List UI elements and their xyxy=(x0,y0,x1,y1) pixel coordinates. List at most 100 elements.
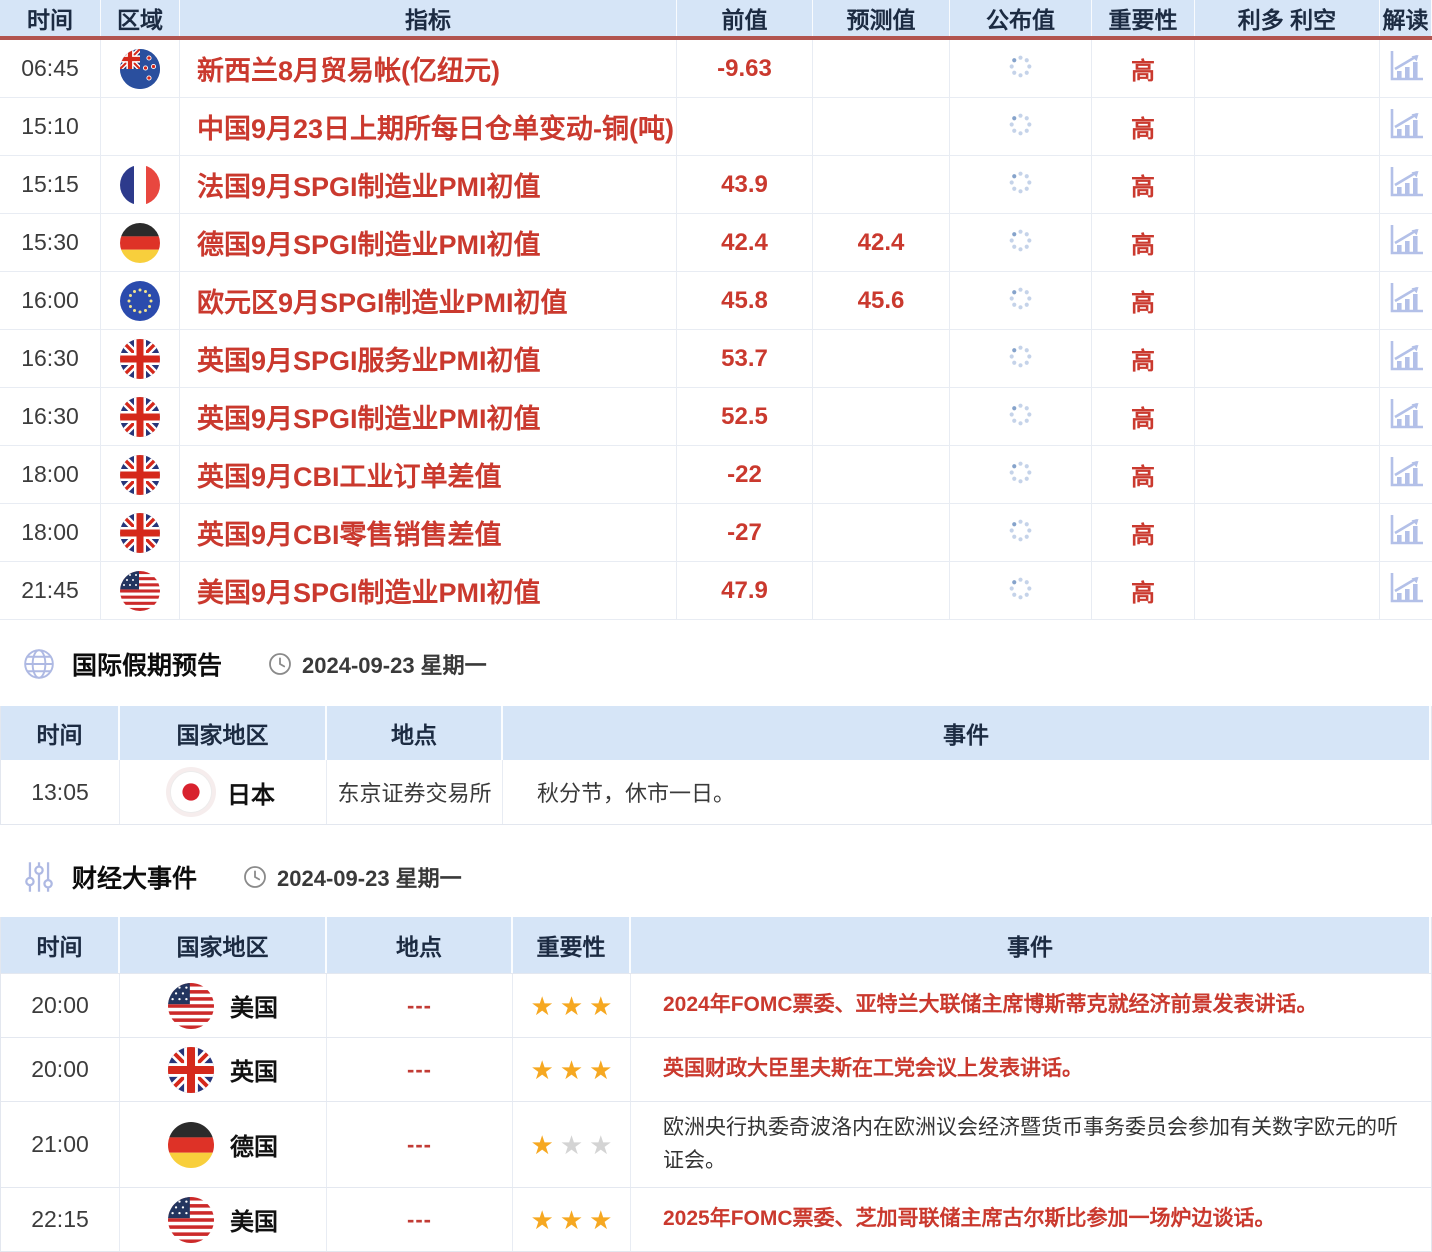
event-link[interactable]: 欧洲央行执委奇波洛内在欧洲议会经济暨货币事务委员会参加有关数字欧元的听证会。 xyxy=(663,1112,1403,1177)
star-filled-icon: ★ xyxy=(560,1057,583,1083)
bull-bear-cell xyxy=(1195,388,1380,445)
indicator-link[interactable]: 英国9月CBI工业订单差值 xyxy=(197,455,502,494)
indicator-link[interactable]: 新西兰8月贸易帐(亿纽元) xyxy=(197,49,500,88)
actual-value-cell xyxy=(950,330,1092,387)
event-time: 21:45 xyxy=(0,562,101,619)
flag-fr-icon xyxy=(120,165,160,205)
col-importance: 重要性 xyxy=(513,917,631,973)
event-time: 22:15 xyxy=(1,1188,120,1251)
importance-stars: ★★★ xyxy=(513,1038,631,1101)
region-cell xyxy=(101,330,180,387)
forecast-value xyxy=(813,388,950,445)
star-filled-icon: ★ xyxy=(589,993,612,1019)
events-section-header: 财经大事件 2024-09-23 星期一 xyxy=(22,859,1432,895)
clock-icon xyxy=(268,652,292,676)
indicator-cell: 欧元区9月SPGI制造业PMI初值 xyxy=(180,272,677,329)
region-cell xyxy=(101,504,180,561)
event-row: 20:00 美国---★★★2024年FOMC票委、亚特兰大联储主席博斯蒂克就经… xyxy=(1,973,1431,1037)
indicator-cell: 英国9月SPGI制造业PMI初值 xyxy=(180,388,677,445)
star-filled-icon: ★ xyxy=(560,993,583,1019)
bull-bear-cell xyxy=(1195,40,1380,97)
event-time: 15:30 xyxy=(0,214,101,271)
importance-high-label: 高 xyxy=(1092,330,1195,387)
col-time: 时间 xyxy=(1,706,120,760)
actual-value-cell xyxy=(950,562,1092,619)
actual-value-cell xyxy=(950,388,1092,445)
event-link[interactable]: 英国财政大臣里夫斯在工党会议上发表讲话。 xyxy=(663,1053,1083,1086)
previous-value: 45.8 xyxy=(677,272,813,329)
events-table-body: 20:00 美国---★★★2024年FOMC票委、亚特兰大联储主席博斯蒂克就经… xyxy=(1,973,1431,1251)
chart-trend-icon[interactable] xyxy=(1387,397,1425,436)
region-cell xyxy=(101,272,180,329)
indicator-cell: 德国9月SPGI制造业PMI初值 xyxy=(180,214,677,271)
event-row: 22:15 美国---★★★2025年FOMC票委、芝加哥联储主席古尔斯比参加一… xyxy=(1,1187,1431,1251)
region-cell xyxy=(101,98,180,155)
flag-nz-icon xyxy=(120,49,160,89)
loading-spinner-icon xyxy=(1007,111,1034,143)
bull-bear-cell xyxy=(1195,562,1380,619)
chart-trend-icon[interactable] xyxy=(1387,513,1425,552)
indicator-link[interactable]: 英国9月SPGI制造业PMI初值 xyxy=(197,397,541,436)
chart-trend-icon[interactable] xyxy=(1387,107,1425,146)
holiday-row: 13:05日本东京证券交易所秋分节，休市一日。 xyxy=(1,760,1431,824)
star-filled-icon: ★ xyxy=(531,1057,554,1083)
events-date: 2024-09-23 星期一 xyxy=(277,861,462,893)
chart-trend-icon[interactable] xyxy=(1387,223,1425,262)
indicator-cell: 美国9月SPGI制造业PMI初值 xyxy=(180,562,677,619)
indicator-link[interactable]: 欧元区9月SPGI制造业PMI初值 xyxy=(197,281,568,320)
holiday-date: 2024-09-23 星期一 xyxy=(302,648,487,680)
forecast-value xyxy=(813,562,950,619)
event-cell: 2025年FOMC票委、芝加哥联储主席古尔斯比参加一场炉边谈话。 xyxy=(631,1188,1431,1251)
forecast-value xyxy=(813,156,950,213)
globe-icon xyxy=(22,647,56,681)
indicator-link[interactable]: 英国9月CBI零售销售差值 xyxy=(197,513,502,552)
bull-bear-cell xyxy=(1195,330,1380,387)
event-link[interactable]: 2025年FOMC票委、芝加哥联储主席古尔斯比参加一场炉边谈话。 xyxy=(663,1203,1276,1236)
event-time: 20:00 xyxy=(1,1038,120,1101)
forecast-value xyxy=(813,504,950,561)
chart-trend-icon[interactable] xyxy=(1387,571,1425,610)
loading-spinner-icon xyxy=(1007,169,1034,201)
region-cell xyxy=(101,156,180,213)
indicator-link[interactable]: 英国9月SPGI服务业PMI初值 xyxy=(197,339,541,378)
indicator-link[interactable]: 德国9月SPGI制造业PMI初值 xyxy=(197,223,541,262)
region-cell xyxy=(101,562,180,619)
loading-spinner-icon xyxy=(1007,401,1034,433)
interpret-cell xyxy=(1380,562,1432,619)
chart-trend-icon[interactable] xyxy=(1387,49,1425,88)
chart-trend-icon[interactable] xyxy=(1387,165,1425,204)
region-cell xyxy=(101,40,180,97)
indicator-link[interactable]: 美国9月SPGI制造业PMI初值 xyxy=(197,571,541,610)
loading-spinner-icon xyxy=(1007,343,1034,375)
actual-value-cell xyxy=(950,504,1092,561)
events-table-header: 时间 国家地区 地点 重要性 事件 xyxy=(1,917,1431,973)
indicator-link[interactable]: 中国9月23日上期所每日仓单变动-铜(吨) xyxy=(197,107,674,146)
flag-eu-icon xyxy=(120,281,160,321)
indicator-cell: 英国9月CBI零售销售差值 xyxy=(180,504,677,561)
events-table: 时间 国家地区 地点 重要性 事件 20:00 美国---★★★2024年FOM… xyxy=(0,917,1432,1252)
calendar-row: 16:30 英国9月SPGI服务业PMI初值53.7高 xyxy=(0,330,1432,388)
chart-trend-icon[interactable] xyxy=(1387,339,1425,378)
event-cell: 英国财政大臣里夫斯在工党会议上发表讲话。 xyxy=(631,1038,1431,1101)
loading-spinner-icon xyxy=(1007,53,1034,85)
flag-de-icon xyxy=(168,1122,214,1168)
interpret-cell xyxy=(1380,272,1432,329)
sliders-icon xyxy=(22,860,56,894)
bull-bear-cell xyxy=(1195,446,1380,503)
country-cell: 英国 xyxy=(120,1038,327,1101)
star-filled-icon: ★ xyxy=(589,1057,612,1083)
interpret-cell xyxy=(1380,40,1432,97)
place-cell: --- xyxy=(327,1102,513,1187)
chart-trend-icon[interactable] xyxy=(1387,455,1425,494)
bull-bear-cell xyxy=(1195,156,1380,213)
holiday-table-header: 时间 国家地区 地点 事件 xyxy=(1,706,1431,760)
col-actual: 公布值 xyxy=(950,0,1092,36)
country-name: 美国 xyxy=(230,988,278,1023)
importance-high-label: 高 xyxy=(1092,504,1195,561)
indicator-link[interactable]: 法国9月SPGI制造业PMI初值 xyxy=(197,165,541,204)
event-link[interactable]: 2024年FOMC票委、亚特兰大联储主席博斯蒂克就经济前景发表讲话。 xyxy=(663,989,1318,1022)
chart-trend-icon[interactable] xyxy=(1387,281,1425,320)
bull-bear-cell xyxy=(1195,272,1380,329)
importance-stars: ★★★ xyxy=(513,974,631,1037)
bull-bear-cell xyxy=(1195,214,1380,271)
